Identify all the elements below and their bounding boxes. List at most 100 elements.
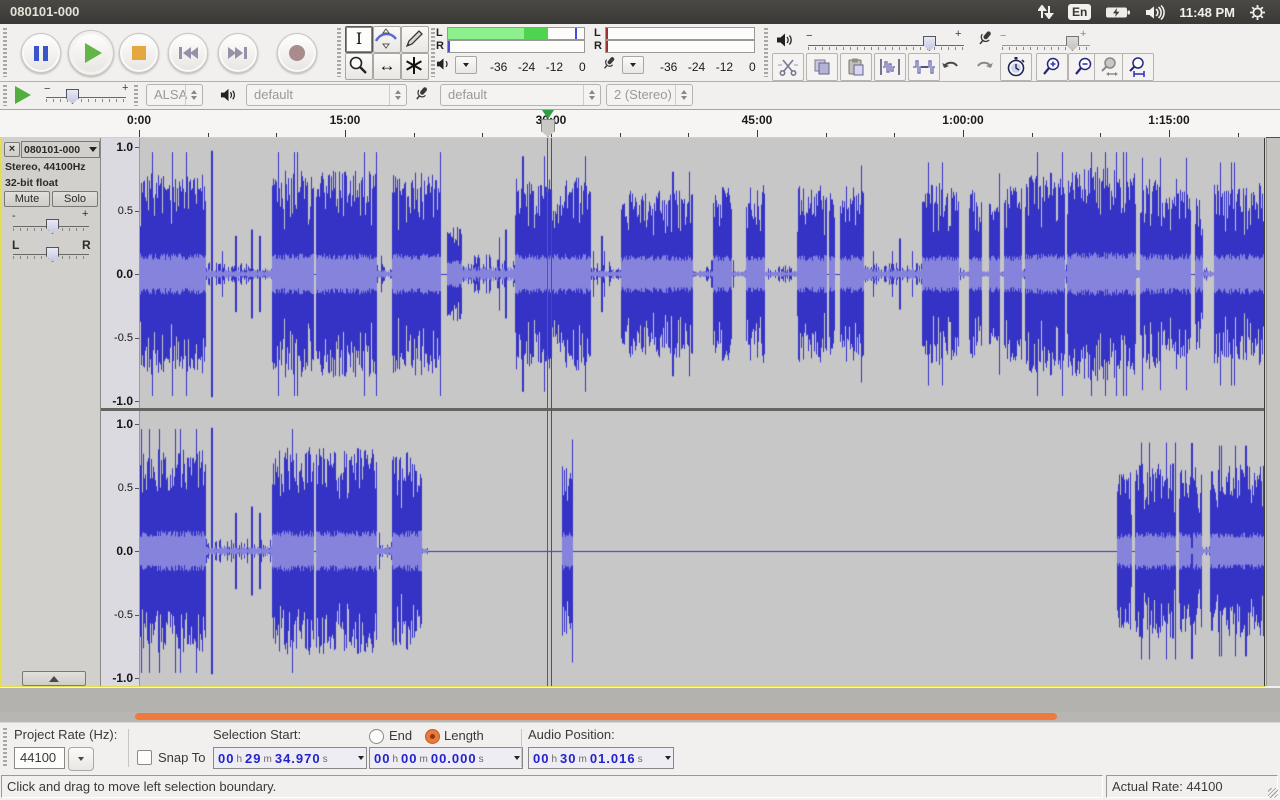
clock-icon (1005, 56, 1027, 78)
radio-length[interactable] (425, 729, 440, 744)
session-gear-icon[interactable] (1249, 4, 1266, 21)
play-button[interactable] (68, 30, 114, 76)
time-digits[interactable]: 30 (560, 751, 576, 766)
selection-tool-button[interactable]: I (345, 26, 373, 53)
time-digits[interactable]: 00 (533, 751, 549, 766)
copy-button[interactable] (806, 53, 838, 81)
time-digits[interactable]: 00.000 (431, 751, 477, 766)
pause-button[interactable] (21, 33, 61, 73)
keyboard-layout-indicator[interactable]: En (1068, 4, 1091, 20)
project-rate-value[interactable]: 44100 (14, 747, 65, 769)
undo-button[interactable] (935, 53, 967, 81)
skip-to-end-button[interactable] (218, 33, 258, 73)
amplitude-label: 1.0 (116, 140, 133, 154)
time-digits[interactable]: 34.970 (275, 751, 321, 766)
play-speed-slider-track[interactable] (46, 97, 126, 98)
network-arrows-icon[interactable] (1038, 5, 1054, 19)
amplitude-ruler[interactable]: 1.00.50.0-0.5-1.01.00.50.0-0.5-1.0 (101, 138, 140, 686)
amplitude-tick (135, 211, 139, 212)
time-digits[interactable]: 01.016 (590, 751, 636, 766)
time-digits[interactable]: 00 (401, 751, 417, 766)
amplitude-label: -0.5 (114, 609, 133, 621)
pan-slider-thumb[interactable] (46, 247, 59, 262)
horizontal-scrollbar-thumb[interactable] (135, 713, 1057, 720)
trim-audio-button[interactable] (874, 53, 906, 81)
record-button[interactable] (277, 33, 317, 73)
mute-button[interactable]: Mute (4, 191, 50, 207)
radio-end[interactable] (369, 729, 384, 744)
battery-icon[interactable] (1105, 6, 1131, 19)
time-field-dropdown[interactable] (662, 748, 673, 768)
selection-boundary-line[interactable] (551, 138, 552, 686)
silence-icon (912, 57, 936, 77)
track-title-menu[interactable]: 080101-000 (21, 141, 100, 158)
fit-project-button[interactable] (1122, 53, 1154, 81)
playback-meter-left-bar[interactable] (447, 27, 585, 40)
track-collapse-button[interactable] (22, 671, 86, 686)
channel-divider[interactable] (101, 408, 1264, 411)
input-channels-select[interactable]: 2 (Stereo) In (606, 84, 693, 106)
recording-meter-right-bar[interactable] (605, 40, 755, 53)
meter-scale-label: -36 (490, 60, 507, 74)
spinner-arrows-icon[interactable] (185, 85, 202, 105)
title-bar[interactable]: 080101-000 En 11:48 PM (0, 0, 1280, 24)
playback-meter-right-bar[interactable] (447, 40, 585, 53)
stop-button[interactable] (119, 33, 159, 73)
zoom-in-icon (1041, 56, 1063, 78)
time-shift-tool-button[interactable]: ↔ (373, 53, 401, 80)
play-at-speed-button[interactable] (13, 85, 35, 106)
amplitude-tick (135, 488, 139, 489)
redo-button[interactable] (968, 53, 1000, 81)
envelope-tool-button[interactable] (373, 26, 401, 53)
selection-start-field[interactable]: 00h29m34.970s (213, 747, 367, 769)
fit-project-icon (1126, 56, 1150, 78)
ruler-minor-tick (276, 133, 277, 137)
gain-slider-thumb[interactable] (46, 219, 59, 234)
zoom-tool-button[interactable] (345, 53, 373, 80)
zoom-in-button[interactable] (1036, 53, 1068, 81)
project-rate-dropdown[interactable] (68, 747, 94, 771)
paste-button[interactable] (840, 53, 872, 81)
selection-toolbar-grip[interactable] (3, 728, 7, 768)
time-digits[interactable]: 29 (245, 751, 261, 766)
cut-button[interactable] (772, 53, 804, 81)
vertical-scrollbar[interactable] (1266, 138, 1280, 686)
clock-label[interactable]: 11:48 PM (1179, 5, 1235, 20)
spinner-arrows-icon[interactable] (675, 85, 692, 105)
volume-icon[interactable] (1145, 5, 1165, 20)
input-device-select[interactable]: default (440, 84, 601, 106)
resize-grip[interactable] (1268, 788, 1278, 798)
ruler-major-tick (345, 130, 346, 137)
status-message: Click and drag to move left selection bo… (1, 775, 1103, 798)
audio-host-select[interactable]: ALSA (146, 84, 203, 106)
time-field-dropdown[interactable] (355, 748, 366, 768)
device-toolbar-grip[interactable] (134, 85, 138, 106)
snap-to-checkbox[interactable] (137, 750, 152, 765)
track-close-button[interactable]: × (4, 142, 20, 157)
time-digits[interactable]: 00 (218, 751, 234, 766)
output-device-select[interactable]: default (246, 84, 407, 106)
transcription-toolbar-grip[interactable] (3, 85, 7, 106)
transport-toolbar-grip[interactable] (3, 28, 7, 77)
multi-tool-button[interactable] (401, 53, 429, 80)
spinner-arrows-icon[interactable] (583, 85, 600, 105)
spinner-arrows-icon[interactable] (389, 85, 406, 105)
ruler-cursor-triangle[interactable] (542, 110, 554, 119)
draw-tool-button[interactable] (401, 26, 429, 53)
sync-lock-clock-button[interactable] (1000, 53, 1032, 81)
mixer-toolbar-grip[interactable] (764, 28, 768, 77)
timeline-ruler[interactable]: 0:0015:0030:0045:001:00:001:15:00 (0, 110, 1280, 138)
audio-position-field[interactable]: 00h30m01.016s (528, 747, 674, 769)
meter-toolbar-grip[interactable] (431, 28, 435, 77)
horizontal-scrollbar-track[interactable] (0, 712, 1280, 722)
track-control-panel[interactable]: × 080101-000 Stereo, 44100Hz 32-bit floa… (1, 138, 101, 686)
waveform-display[interactable] (140, 138, 1264, 686)
time-digits[interactable]: 00 (374, 751, 390, 766)
gain-minus-label: - (12, 210, 16, 222)
tools-toolbar-grip[interactable] (337, 28, 341, 77)
recording-meter-left-bar[interactable] (605, 27, 755, 40)
skip-to-start-button[interactable] (168, 33, 208, 73)
selection-length-field[interactable]: 00h00m00.000s (369, 747, 523, 769)
output-volume-slider-track[interactable] (808, 45, 964, 46)
solo-button[interactable]: Solo (52, 191, 98, 207)
